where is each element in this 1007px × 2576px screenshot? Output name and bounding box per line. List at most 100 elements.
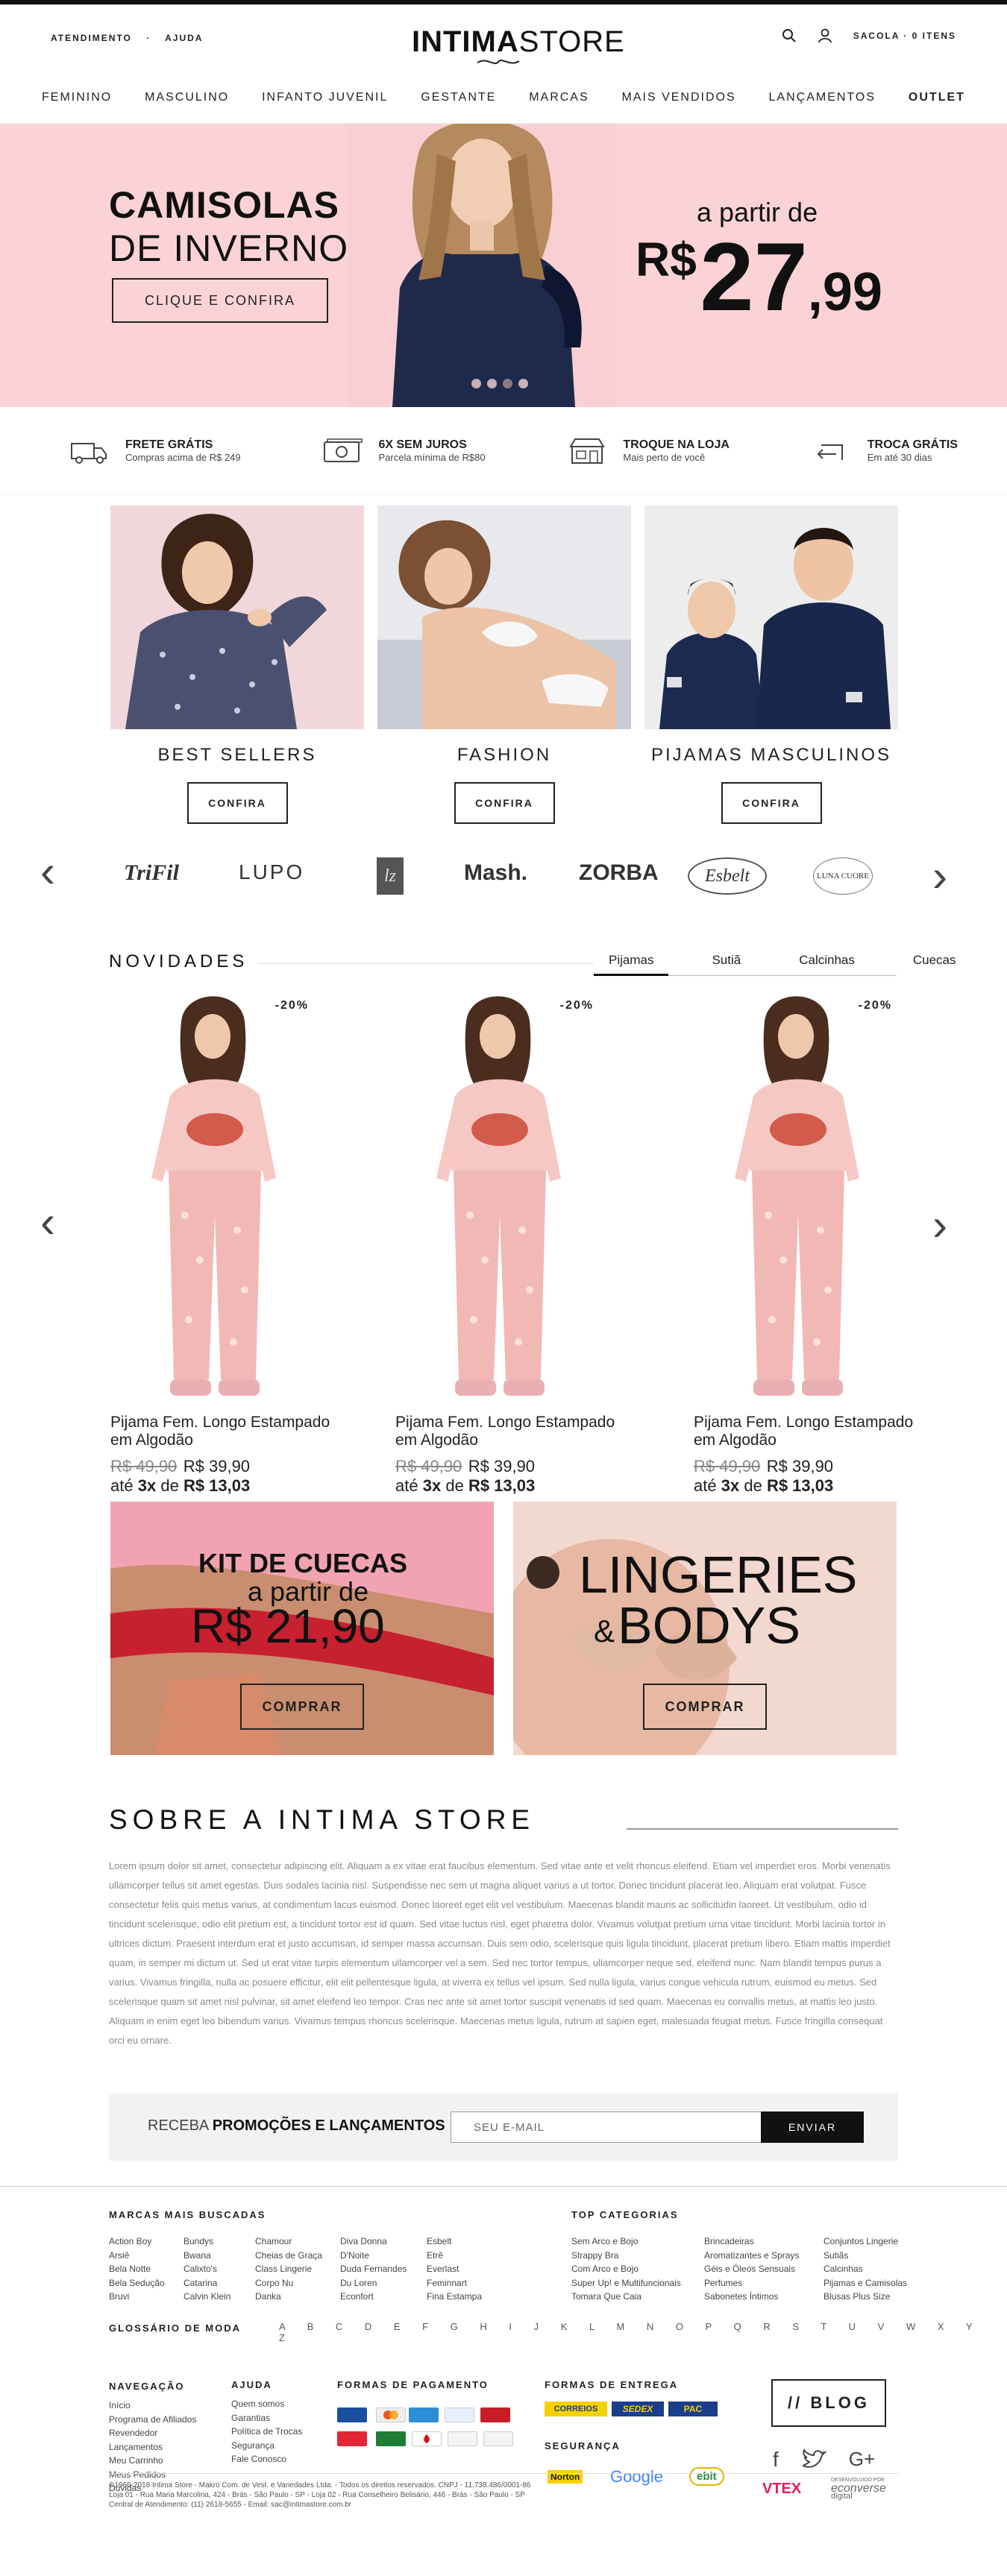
hero-banner[interactable]: CAMISOLAS DE INVERNO CLIQUE E CONFIRA a … (0, 124, 1007, 407)
footer-help-link[interactable]: Fale Conosco (231, 2452, 302, 2466)
user-icon[interactable] (818, 28, 832, 43)
product-name[interactable]: Pijama Fem. Longo Estampado em Algodão (694, 1414, 917, 1449)
carousel-dot[interactable] (518, 379, 528, 388)
carousel-dot[interactable] (471, 379, 481, 388)
brand-luna-cuore[interactable]: LUNA CUORE (813, 857, 873, 895)
brand-next-arrow-icon[interactable]: › (932, 850, 947, 901)
footer-brand-link[interactable]: Danka (255, 2290, 322, 2304)
footer-category-link[interactable]: Super Up! e Multifuncionais (571, 2276, 681, 2290)
footer-brand-link[interactable]: Arsiê (109, 2249, 165, 2263)
footer-brand-link[interactable]: Bundys (183, 2235, 230, 2249)
footer-category-link[interactable]: Sem Arco e Bojo (571, 2235, 681, 2249)
nav-mais-vendidos[interactable]: MAIS VENDIDOS (622, 91, 736, 104)
logo[interactable]: INTIMASTORE (412, 25, 625, 59)
brand-trifil[interactable]: TriFil (124, 860, 179, 886)
footer-category-link[interactable]: Com Arco e Bojo (571, 2262, 681, 2276)
promo-lingeries-button[interactable]: COMPRAR (643, 1684, 767, 1730)
carousel-dots[interactable] (471, 379, 528, 388)
footer-category-link[interactable]: Strappy Bra (571, 2249, 681, 2263)
footer-nav-link[interactable]: Meu Carrinho (109, 2454, 196, 2468)
product-name[interactable]: Pijama Fem. Longo Estampado em Algodão (395, 1414, 619, 1449)
footer-brand-link[interactable]: Econfort (340, 2290, 407, 2304)
footer-brand-link[interactable]: Du Loren (340, 2276, 407, 2290)
footer-nav-link[interactable]: Programa de Afiliados (109, 2413, 196, 2427)
footer-help-link[interactable]: Segurança (231, 2439, 302, 2453)
nav-infanto-juvenil[interactable]: INFANTO JUVENIL (262, 91, 388, 104)
brand-lz[interactable]: lz (377, 857, 404, 895)
footer-brand-link[interactable]: Cheias de Graça (255, 2249, 322, 2263)
product-card[interactable]: -20% Pijama Fem. Longo Estampado em Algod… (110, 992, 334, 1496)
nav-outlet[interactable]: OUTLET (909, 91, 965, 104)
footer-brand-link[interactable]: Corpo Nu (255, 2276, 322, 2290)
brand-zorba[interactable]: ZORBA (579, 860, 659, 886)
search-icon[interactable] (782, 28, 797, 43)
category-button[interactable]: CONFIRA (186, 782, 288, 824)
footer-brand-link[interactable]: Calixto's (183, 2262, 230, 2276)
footer-category-link[interactable]: Calcinhas (824, 2262, 907, 2276)
footer-nav-link[interactable]: Revendedor (109, 2426, 196, 2440)
brand-esbelt[interactable]: Esbelt (688, 857, 767, 895)
footer-brand-link[interactable]: Everlast (427, 2262, 482, 2276)
footer-category-link[interactable]: Sabonetes Íntimos (704, 2290, 799, 2304)
nav-feminino[interactable]: FEMININO (42, 91, 112, 104)
footer-category-link[interactable]: Tomara Que Caia (571, 2290, 681, 2304)
promo-cuecas[interactable]: KIT DE CUECAS a partir de R$ 21,90 COMPR… (110, 1502, 494, 1755)
ajuda-link[interactable]: AJUDA (165, 33, 203, 43)
nav-lancamentos[interactable]: LANÇAMENTOS (769, 91, 876, 104)
footer-help-link[interactable]: Política de Trocas (231, 2425, 302, 2439)
footer-brand-link[interactable]: Bela Sedução (109, 2276, 165, 2290)
category-best-sellers[interactable]: BEST SELLERS CONFIRA (110, 506, 364, 824)
footer-category-link[interactable]: Perfumes (704, 2276, 799, 2290)
promo-cuecas-button[interactable]: COMPRAR (240, 1684, 364, 1730)
tab-sutia[interactable]: Sutiã (697, 953, 756, 976)
footer-brand-link[interactable]: D'Noite (340, 2249, 407, 2263)
footer-brand-link[interactable]: Class Lingerie (255, 2262, 322, 2276)
footer-help-link[interactable]: Garantias (231, 2411, 302, 2425)
footer-nav-link[interactable]: Meus Pedidos (109, 2468, 196, 2482)
products-prev-arrow-icon[interactable]: ‹ (40, 1196, 55, 1247)
econverse-logo[interactable]: DESENVOLVIDO POR econverse digital (831, 2476, 886, 2501)
products-next-arrow-icon[interactable]: › (932, 1199, 947, 1250)
blog-button[interactable]: // BLOG (771, 2379, 886, 2427)
google-plus-icon[interactable]: G+ (849, 2448, 875, 2472)
footer-brand-link[interactable]: Action Boy (109, 2235, 165, 2249)
hero-cta-button[interactable]: CLIQUE E CONFIRA (112, 278, 328, 323)
glossary-letters[interactable]: A B C D E F G H I J K L M N O P Q R S T … (279, 2321, 1007, 2343)
product-card[interactable]: -20% Pijama Fem. Longo Estampado em Algod… (694, 992, 917, 1496)
product-card[interactable]: -20% Pijama Fem. Longo Estampado em Algod… (395, 992, 619, 1496)
brand-mash[interactable]: Mash. (464, 860, 527, 886)
bag-link[interactable]: SACOLA · 0 ITENS (853, 31, 956, 41)
tab-cuecas[interactable]: Cuecas (898, 953, 971, 976)
footer-category-link[interactable]: Aromatizantes e Sprays (704, 2249, 799, 2263)
footer-brand-link[interactable]: Feminnart (427, 2276, 482, 2290)
category-pijamas-masculinos[interactable]: PIJAMAS MASCULINOS CONFIRA (644, 506, 898, 824)
footer-category-link[interactable]: Brincadeiras (704, 2235, 799, 2249)
nav-gestante[interactable]: GESTANTE (421, 91, 496, 104)
footer-help-link[interactable]: Quem somos (231, 2397, 302, 2411)
newsletter-email-input[interactable]: SEU E-MAIL (451, 2111, 762, 2143)
category-fashion[interactable]: FASHION CONFIRA (377, 506, 631, 824)
footer-brand-link[interactable]: Catarina (183, 2276, 230, 2290)
carousel-dot[interactable] (487, 379, 497, 388)
tab-calcinhas[interactable]: Calcinhas (784, 953, 870, 976)
brand-prev-arrow-icon[interactable]: ‹ (40, 845, 55, 897)
atendimento-link[interactable]: ATENDIMENTO (51, 33, 132, 43)
category-button[interactable]: CONFIRA (454, 782, 555, 824)
footer-nav-link[interactable]: Lançamentos (109, 2440, 196, 2454)
footer-brand-link[interactable]: Etrê (427, 2249, 482, 2263)
footer-brand-link[interactable]: Duda Fernandes (340, 2262, 407, 2276)
footer-category-link[interactable]: Pijamas e Camisolas (824, 2276, 907, 2290)
footer-brand-link[interactable]: Fina Estampa (427, 2290, 482, 2304)
footer-category-link[interactable]: Géis e Óleos Sensuais (704, 2262, 799, 2276)
facebook-icon[interactable]: f (773, 2448, 779, 2472)
category-button[interactable]: CONFIRA (721, 782, 822, 824)
footer-category-link[interactable]: Blusas Plus Size (824, 2290, 907, 2304)
footer-nav-link[interactable]: Início (109, 2399, 196, 2413)
footer-brand-link[interactable]: Calvin Klein (183, 2290, 230, 2304)
footer-brand-link[interactable]: Diva Donna (340, 2235, 407, 2249)
footer-brand-link[interactable]: Chamour (255, 2235, 322, 2249)
footer-brand-link[interactable]: Bela Notte (109, 2262, 165, 2276)
tab-pijamas[interactable]: Pijamas (594, 953, 669, 976)
twitter-icon[interactable] (801, 2448, 826, 2470)
carousel-dot[interactable] (503, 379, 512, 388)
